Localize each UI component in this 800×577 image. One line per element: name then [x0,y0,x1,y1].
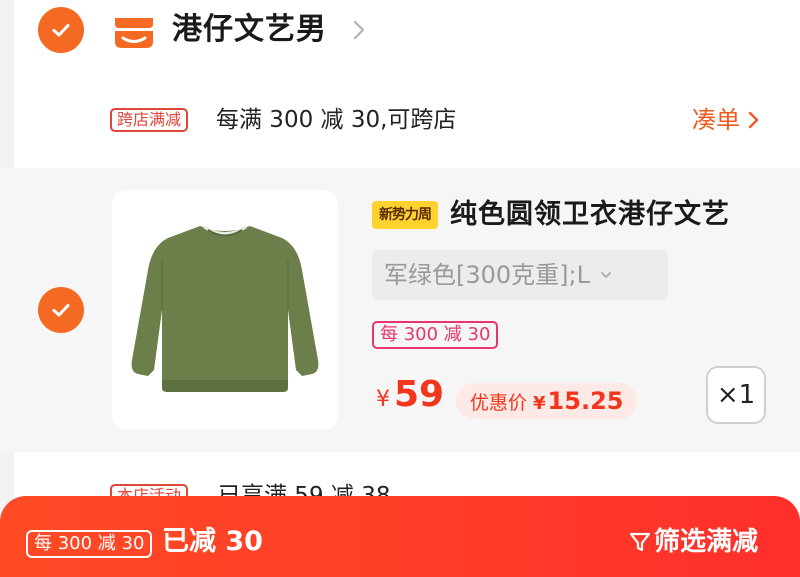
bar-promo-tag: 每 300 减 30 [26,530,153,558]
shop-logo-icon[interactable] [112,12,156,52]
check-icon [52,304,70,317]
price-currency: ¥ [376,387,390,412]
item-select-checkbox[interactable] [38,287,84,333]
new-arrival-badge: 新势力周 [372,201,438,229]
quantity-stepper[interactable]: ×1 [706,366,766,424]
coudan-button[interactable]: 凑单 [692,104,760,136]
discount-price-pill: 优惠价 ¥ 15.25 [456,383,638,419]
item-title[interactable]: 纯色圆领卫衣港仔文艺 [450,196,730,234]
chevron-right-icon [748,111,759,129]
sku-selector[interactable]: 军绿色[300克重];L [372,250,668,300]
chevron-down-icon [601,272,611,278]
shop-select-checkbox[interactable] [38,7,84,53]
coudan-label: 凑单 [692,106,740,134]
discount-currency: ¥ [533,393,546,414]
shop-name[interactable]: 港仔文艺男 [172,10,327,50]
filter-promo-button[interactable]: 筛选满减 [628,524,758,560]
item-price: ¥ 59 [376,374,444,415]
item-promo-tag: 每 300 减 30 [372,321,499,349]
filter-label: 筛选满减 [654,527,759,557]
cross-store-promo-tag: 跨店满减 [110,108,189,132]
product-image[interactable] [112,190,338,430]
discount-label: 优惠价 [470,392,528,414]
check-icon [52,24,70,37]
price-value: 59 [394,374,445,415]
chevron-right-icon[interactable] [352,19,366,41]
discount-value: 15.25 [547,387,624,415]
sku-text: 军绿色[300克重];L [384,261,590,289]
filter-icon [629,532,651,552]
promo-text: 每满 300 减 30,可跨店 [216,107,457,133]
saved-amount: 已减 30 [162,526,263,557]
sweatshirt-image [131,225,319,392]
